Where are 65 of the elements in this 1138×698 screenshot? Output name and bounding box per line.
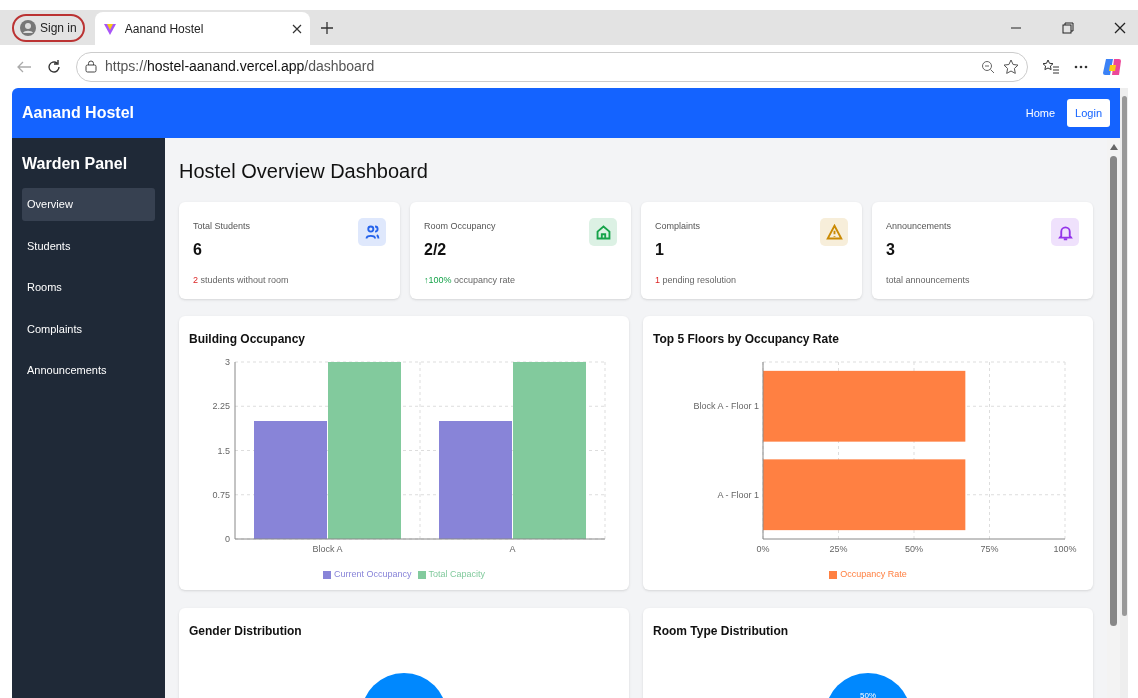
axis-tick-label: 3 [225,357,230,367]
stat-note: 2 students without room [193,273,290,287]
scroll-up-icon[interactable] [1109,144,1118,150]
axis-tick-label: 50% [905,544,923,554]
axis-tick-label: Block A - Floor 1 [693,401,759,412]
legend-label: Total Capacity [428,568,486,581]
lock-icon [85,60,97,73]
stat-value: 1 [655,239,665,260]
close-icon[interactable] [1114,21,1126,34]
copilot-icon[interactable] [1102,56,1122,77]
axis-tick-label: 75% [980,544,999,554]
scrollbar-thumb[interactable] [1110,156,1117,626]
axis-tick-label: 0% [756,544,770,554]
chart-title: Building Occupancy [189,331,306,348]
browser-tab[interactable]: Aanand Hostel [94,12,310,45]
chart-title: Top 5 Floors by Occupancy Rate [653,331,840,348]
axis-tick-label: 100% [1053,544,1077,554]
axis-tick-label: A [509,544,516,554]
axis-tick-label: 2.25 [212,401,230,412]
stat-value: 3 [886,239,896,260]
stat-value: 2/2 [424,239,448,260]
favorites-icon[interactable] [1042,58,1060,75]
login-button[interactable]: Login [1067,98,1110,128]
slice-label: 50% [860,691,876,698]
more-icon[interactable] [1074,64,1088,69]
close-icon[interactable] [291,23,302,34]
axis-tick-label: A - Floor 1 [717,489,759,500]
url-text: https://hostel-aanand.vercel.app/dashboard [105,57,376,76]
star-icon[interactable] [1003,58,1019,75]
axis-tick-label: 25% [829,544,848,554]
restore-icon[interactable] [1062,21,1074,34]
sidebar-item[interactable]: Rooms [22,271,155,304]
sidebar-item[interactable]: Complaints [22,312,155,345]
axis-tick-label: Block A [312,544,343,554]
axis-tick-label: 0 [225,534,230,544]
axis-tick-label: 0.75 [212,489,230,500]
stat-note: 1 pending resolution [655,273,738,287]
avatar-icon [20,19,36,36]
zoom-out-icon[interactable] [981,59,995,74]
brand-title[interactable]: Aanand Hostel [22,101,1008,125]
scrollbar-thumb[interactable] [1121,96,1127,616]
scrollbar[interactable] [1120,88,1128,698]
scrollbar[interactable] [1107,138,1120,698]
legend-label: Occupancy Rate [840,568,907,581]
new-tab-icon[interactable] [319,20,334,35]
sidebar-item[interactable]: Announcements [22,354,155,387]
sidebar-item[interactable]: Students [22,229,155,262]
stat-label: Complaints [655,220,702,233]
sidebar-item[interactable]: Overview [22,188,155,221]
chart-title: Room Type Distribution [653,623,790,640]
chart-title: Gender Distribution [189,623,303,640]
axis-tick-label: 1.5 [217,445,230,456]
page-title: Hostel Overview Dashboard [179,159,429,184]
stat-label: Room Occupancy [424,220,497,233]
stat-label: Total Students [193,220,252,233]
stat-note: total announcements [886,273,971,287]
reload-icon[interactable] [46,58,62,75]
sidebar-title: Warden Panel [22,154,129,174]
stat-label: Announcements [886,220,953,233]
stat-value: 6 [193,239,203,260]
nav-link[interactable]: Home [1025,104,1056,122]
stat-note: ↑100% occupancy rate [424,273,517,287]
profile-button[interactable]: Sign in [12,13,85,42]
v-logo-icon [102,21,117,36]
legend-label: Current Occupancy [333,568,412,581]
